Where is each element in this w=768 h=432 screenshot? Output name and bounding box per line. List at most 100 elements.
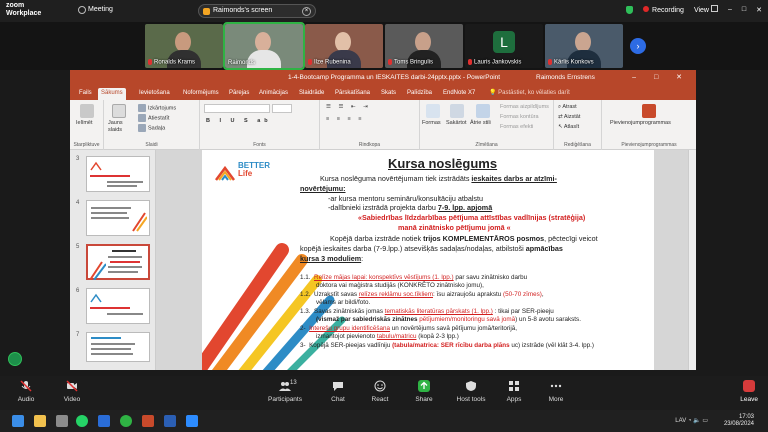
thumb-text-line xyxy=(107,185,137,187)
shape-fill-button[interactable]: Formas aizpildījums xyxy=(500,104,549,110)
app-icon[interactable] xyxy=(56,415,68,427)
tab-skats[interactable]: Skats xyxy=(378,88,399,100)
audio-button[interactable]: Audio xyxy=(6,380,46,403)
more-button[interactable]: More xyxy=(536,380,576,403)
paste-icon[interactable] xyxy=(80,104,94,118)
font-format-buttons[interactable]: B I U S ab xyxy=(206,118,272,124)
participant-tile[interactable]: Toms Bringulis xyxy=(385,24,463,68)
meeting-info-icon[interactable] xyxy=(78,6,86,14)
slide-thumbnail[interactable] xyxy=(86,332,150,362)
tab-noformejums[interactable]: Noformējums xyxy=(180,88,222,100)
close-window-button[interactable]: ✕ xyxy=(756,6,762,14)
apps-button[interactable]: Apps xyxy=(494,380,534,403)
tab-slaidrade[interactable]: Slaidrāde xyxy=(296,88,327,100)
participant-face xyxy=(415,32,431,52)
chat-button[interactable]: Chat xyxy=(318,380,358,403)
list-buttons[interactable]: ☰ ☰ ⇤ ⇥ xyxy=(326,104,371,110)
shape-outline-button[interactable]: Formas kontūra xyxy=(500,114,539,120)
tell-me-search[interactable]: 💡 Pastāstiet, ko vēlaties darīt xyxy=(486,88,573,100)
windows-start-icon[interactable] xyxy=(12,415,24,427)
participant-tile[interactable]: Ronalds Krams xyxy=(145,24,223,68)
arrange-icon[interactable] xyxy=(450,104,464,118)
better-life-logo-mini xyxy=(90,293,102,303)
paste-button[interactable]: Ielīmēt xyxy=(76,120,93,126)
slide-thumbnail[interactable] xyxy=(86,156,150,192)
thumb-number: 7 xyxy=(76,332,80,338)
chrome-icon[interactable] xyxy=(120,415,132,427)
view-button[interactable]: View xyxy=(694,5,718,14)
replace-button[interactable]: ⇄ Aizstāt xyxy=(558,114,580,120)
layout-button[interactable]: Izkārtojums xyxy=(138,104,176,112)
zoom-taskbar-icon[interactable] xyxy=(186,415,198,427)
tab-fails[interactable]: Fails xyxy=(76,88,95,100)
shapes-button[interactable]: Formas xyxy=(422,120,441,126)
whatsapp-icon[interactable] xyxy=(76,415,88,427)
participant-tile-active[interactable]: Raimonds xyxy=(223,22,305,70)
find-button[interactable]: ⌕ Atrast xyxy=(558,104,577,111)
volume-icon[interactable]: 🔈 xyxy=(693,418,700,424)
tab-endnote[interactable]: EndNote X7 xyxy=(440,88,478,100)
tell-me-text: Pastāstiet, ko vēlaties darīt xyxy=(498,90,570,96)
arrange-button[interactable]: Sakārtot xyxy=(446,120,466,126)
participant-tile[interactable]: Ilze Rubenina xyxy=(305,24,383,68)
slide-text-p4: kursa 3 moduliem: xyxy=(300,254,364,263)
battery-icon[interactable]: ▭ xyxy=(702,418,708,424)
shapes-icon[interactable] xyxy=(426,104,440,118)
minimize-button[interactable]: – xyxy=(728,6,732,13)
shared-screen-indicator[interactable]: Raimonds's screen × xyxy=(198,4,316,18)
maximize-button[interactable]: □ xyxy=(742,6,746,13)
keyboard-language[interactable]: LAV xyxy=(675,418,686,424)
powerpoint-taskbar-icon[interactable] xyxy=(142,415,154,427)
slide-thumbnail[interactable] xyxy=(86,288,150,324)
reset-button[interactable]: Atiestatīt xyxy=(138,114,169,122)
group-addins: Pievienojumprogrammas Pievienojumprogram… xyxy=(602,100,696,150)
font-name-box[interactable] xyxy=(204,104,270,113)
select-button[interactable]: ↖ Atlasīt xyxy=(558,124,579,130)
font-size-box[interactable] xyxy=(272,104,292,113)
leave-button[interactable]: Leave xyxy=(740,380,758,403)
slide-thumbnail-selected[interactable] xyxy=(86,244,150,280)
react-button[interactable]: React xyxy=(360,380,400,403)
group-paragraph: ☰ ☰ ⇤ ⇥ ≡ ≡ ≡ ≡ Rindkopa xyxy=(320,100,420,150)
ppt-user-name[interactable]: Raimonds Ernstrens xyxy=(536,74,595,81)
slide-thumbnail[interactable] xyxy=(86,200,150,236)
quick-styles-button[interactable]: Ātrie stili xyxy=(470,120,496,127)
taskbar-clock[interactable]: 17:03 23/08/2024 xyxy=(724,414,754,428)
share-button[interactable]: Share xyxy=(404,380,444,403)
shape-effects-button[interactable]: Formas efekti xyxy=(500,124,533,130)
tab-animacijas[interactable]: Animācijas xyxy=(256,88,291,100)
word-icon[interactable] xyxy=(164,415,176,427)
section-button[interactable]: Sadaļa xyxy=(138,124,165,132)
slide-canvas[interactable]: BETTER Life Kursa noslēgums Kursa noslēg… xyxy=(202,150,654,370)
tab-ievietosana[interactable]: Ievietošana xyxy=(136,88,173,100)
host-tools-button[interactable]: Host tools xyxy=(448,380,494,403)
vertical-scrollbar[interactable] xyxy=(688,150,696,370)
annotate-icon[interactable] xyxy=(8,352,22,366)
new-slide-button[interactable]: Jauns slaids xyxy=(108,120,134,134)
addins-button[interactable]: Pievienojumprogrammas xyxy=(610,120,671,126)
participants-button[interactable]: Participants 13 xyxy=(262,380,308,403)
meeting-menu[interactable]: Meeting xyxy=(88,6,113,13)
close-icon[interactable]: × xyxy=(302,7,311,16)
tab-sakums[interactable]: Sākums xyxy=(98,88,126,100)
align-buttons[interactable]: ≡ ≡ ≡ ≡ xyxy=(326,116,364,122)
participant-tile[interactable]: L Lauris Jankovskis xyxy=(465,24,543,68)
share-label: Share xyxy=(415,396,433,403)
slide-text-p3: kopējā ieskaites darba (7-9.lpp.) atsevi… xyxy=(300,244,563,253)
tab-palidziba[interactable]: Palīdzība xyxy=(404,88,435,100)
shield-icon[interactable] xyxy=(626,5,634,14)
addins-icon[interactable] xyxy=(642,104,656,118)
chevron-right-icon[interactable]: › xyxy=(630,38,646,54)
participant-tile[interactable]: Kārlis Konkovs xyxy=(545,24,623,68)
powerpoint-window: 1-4-Bootcamp Programma un IESKAITES darb… xyxy=(70,70,696,370)
edge-icon[interactable] xyxy=(98,415,110,427)
video-button[interactable]: Video xyxy=(52,380,92,403)
file-explorer-icon[interactable] xyxy=(34,415,46,427)
new-slide-icon[interactable] xyxy=(112,104,126,118)
tab-parejas[interactable]: Pārejas xyxy=(226,88,252,100)
tab-parskatisana[interactable]: Pārskatīšana xyxy=(332,88,373,100)
quick-styles-icon[interactable] xyxy=(476,104,490,118)
brand-life: Life xyxy=(238,169,253,178)
recording-indicator[interactable]: Recording xyxy=(643,5,684,14)
window-controls[interactable]: – □ ✕ xyxy=(632,73,690,81)
